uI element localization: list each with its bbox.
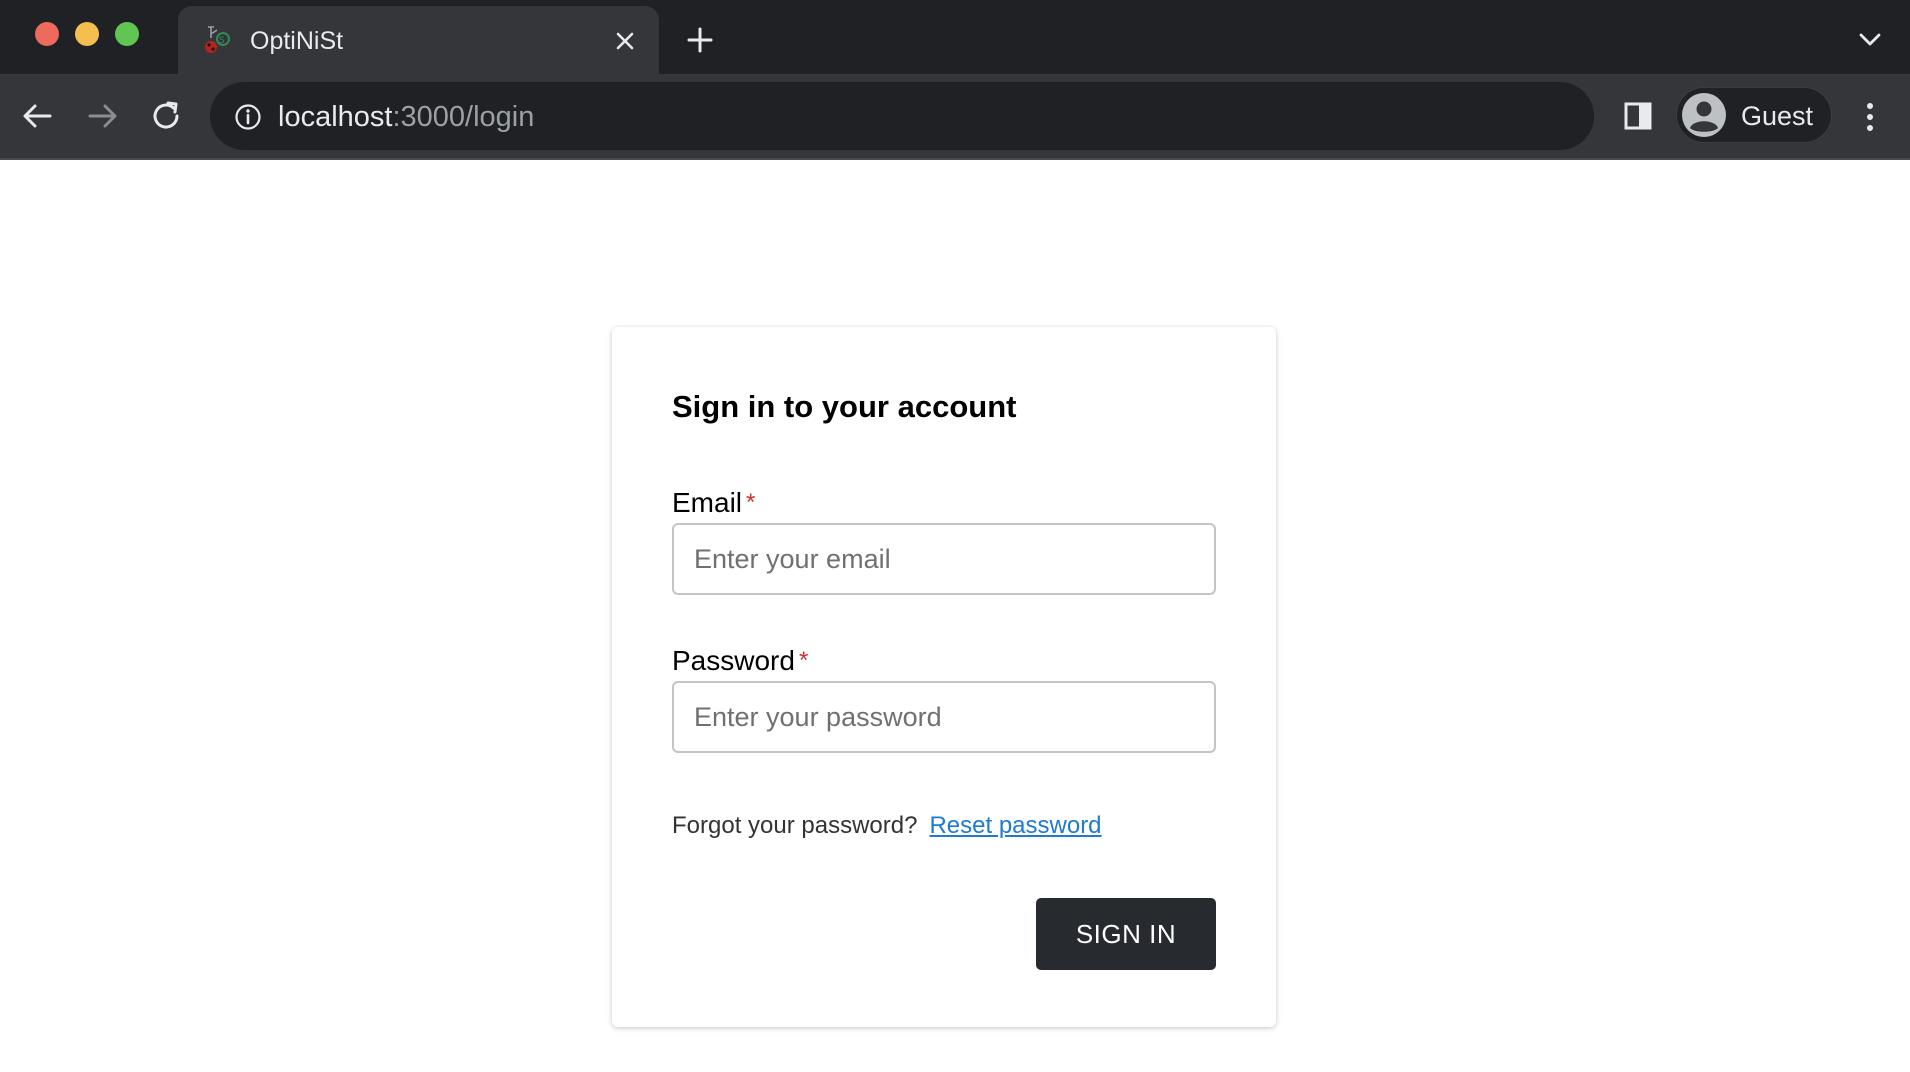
- side-panel-icon[interactable]: [1622, 100, 1654, 132]
- person-icon: [1682, 93, 1726, 137]
- optinist-favicon-icon: S: [205, 26, 230, 53]
- url-path: :3000/login: [392, 101, 535, 133]
- email-label-text: Email: [672, 487, 743, 518]
- profile-label: Guest: [1741, 101, 1814, 131]
- email-label: Email *: [672, 487, 755, 519]
- browser-tabstrip: S OptiNiSt: [0, 0, 1910, 74]
- plus-icon[interactable]: [686, 26, 714, 54]
- svg-text:S: S: [219, 36, 225, 46]
- required-mark: *: [798, 647, 809, 674]
- close-icon[interactable]: [612, 28, 638, 54]
- browser-tab-active[interactable]: S OptiNiSt: [178, 6, 659, 74]
- arrow-left-icon[interactable]: [20, 98, 56, 134]
- reset-password-link[interactable]: Reset password: [929, 812, 1101, 839]
- tab-title: OptiNiSt: [250, 27, 344, 55]
- window-close-button[interactable]: [35, 22, 59, 46]
- arrow-right-icon[interactable]: [84, 98, 120, 134]
- window-minimize-button[interactable]: [75, 22, 99, 46]
- email-field[interactable]: [672, 523, 1216, 595]
- login-card: Sign in to your account Email* Password*…: [612, 327, 1276, 1027]
- address-bar[interactable]: localhost:3000/login: [210, 82, 1594, 150]
- forgot-password-row: Forgot your password? Reset password: [672, 811, 1102, 841]
- sign-in-button[interactable]: SIGN IN: [1036, 898, 1216, 970]
- page-title: Sign in to your account: [672, 389, 1017, 424]
- url-text: localhost:3000/login: [278, 101, 534, 133]
- url-host: localhost: [278, 101, 393, 133]
- password-label-text: Password: [672, 645, 795, 676]
- forgot-password-text: Forgot your password?: [672, 812, 918, 839]
- chevron-down-icon[interactable]: [1857, 30, 1883, 48]
- info-icon[interactable]: [234, 103, 262, 131]
- password-field[interactable]: [672, 681, 1216, 753]
- required-mark: *: [746, 489, 756, 516]
- browser-toolbar: localhost:3000/login Guest: [0, 74, 1910, 160]
- window-maximize-button[interactable]: [115, 22, 139, 46]
- profile-button[interactable]: Guest: [1676, 87, 1832, 143]
- kebab-menu-icon[interactable]: [1862, 100, 1878, 134]
- password-label: Password *: [672, 645, 808, 677]
- reload-icon[interactable]: [148, 98, 184, 134]
- page-content: Sign in to your account Email* Password*…: [0, 160, 1910, 1072]
